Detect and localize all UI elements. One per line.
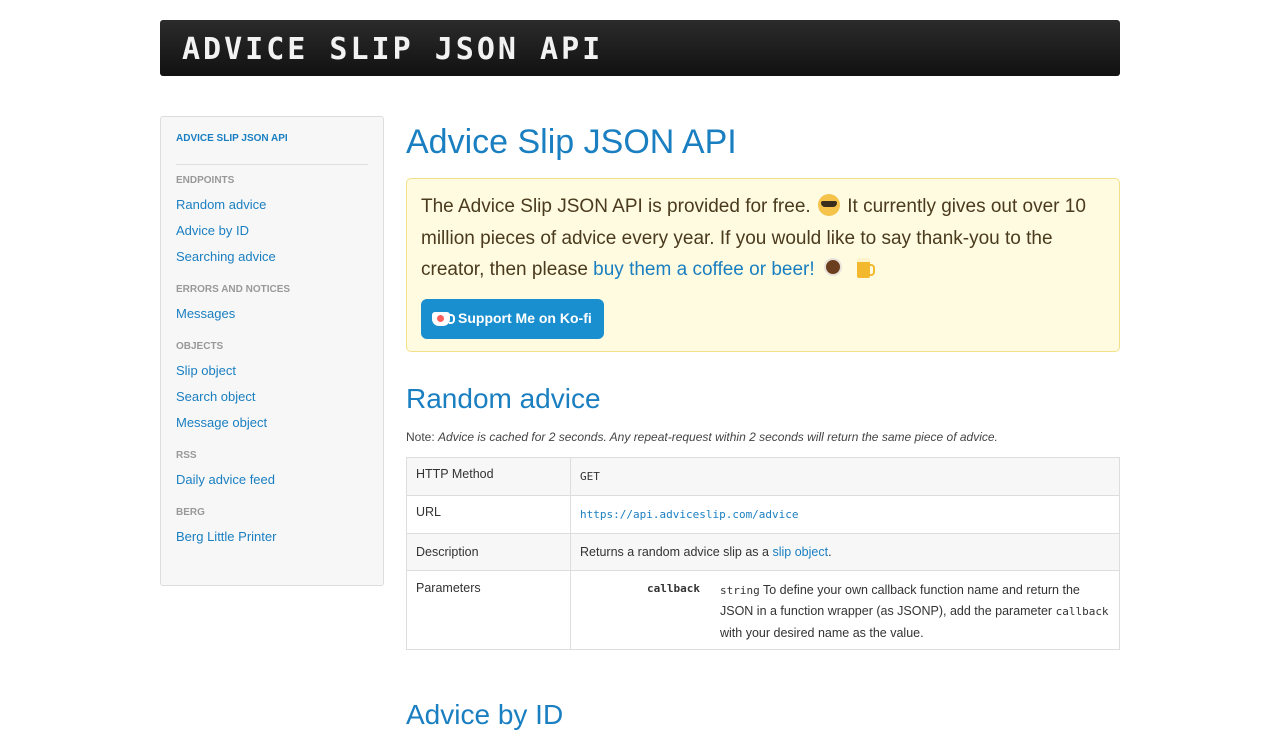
cache-note: Note: Advice is cached for 2 seconds. An… <box>406 430 1120 444</box>
param-type: string <box>720 583 760 597</box>
sidebar-home-link[interactable]: ADVICE SLIP JSON API <box>176 133 368 144</box>
sunglasses-emoji-icon <box>817 194 840 216</box>
param-code: callback <box>1055 605 1109 618</box>
kofi-cup-icon <box>432 311 455 326</box>
table-row-description: Description Returns a random advice slip… <box>406 532 1120 571</box>
cell-url-label: URL <box>406 494 571 534</box>
sidebar-item-daily-advice-feed[interactable]: Daily advice feed <box>176 467 368 493</box>
sidebar-heading-objects: OBJECTS <box>176 341 224 352</box>
cell-parameters-label: Parameters <box>406 569 571 650</box>
sidebar-item-slip-object[interactable]: Slip object <box>176 358 368 384</box>
parameter-entry: callback string To define your own callb… <box>580 580 1110 644</box>
cell-description-value: Returns a random advice slip as a slip o… <box>570 532 1120 571</box>
kofi-button-label: Support Me on Ko-fi <box>458 309 592 326</box>
coffee-emoji-icon <box>823 258 842 276</box>
slip-object-link[interactable]: slip object <box>772 545 828 559</box>
kofi-support-button[interactable]: Support Me on Ko-fi <box>421 298 604 339</box>
param-desc-2: with your desired name as the value. <box>720 625 924 640</box>
sidebar-item-search-object[interactable]: Search object <box>176 384 368 410</box>
sidebar-heading-errors: ERRORS AND NOTICES <box>176 284 291 295</box>
sidebar-item-berg-little-printer[interactable]: Berg Little Printer <box>176 524 368 550</box>
api-url-link[interactable]: https://api.adviceslip.com/advice <box>580 508 799 521</box>
section-title-random-advice: Random advice <box>406 382 601 414</box>
site-title: ADVICE SLIP JSON API <box>182 32 604 67</box>
sidebar-item-messages[interactable]: Messages <box>176 301 368 327</box>
header-banner: ADVICE SLIP JSON API <box>160 20 1120 76</box>
sidebar-item-searching-advice[interactable]: Searching advice <box>176 244 368 270</box>
notice-paragraph: The Advice Slip JSON API is provided for… <box>421 191 1105 286</box>
param-description: string To define your own callback funct… <box>720 580 1110 644</box>
notice-text-1: The Advice Slip JSON API is provided for… <box>421 196 811 217</box>
coffee-beer-link[interactable]: buy them a coffee or beer! <box>593 259 814 280</box>
endpoint-spec-table: HTTP Method GET URL https://api.advicesl… <box>406 456 1120 650</box>
cell-method-label: HTTP Method <box>406 456 571 496</box>
main-content: Advice Slip JSON API The Advice Slip JSO… <box>406 116 1120 650</box>
description-text: Returns a random advice slip as a <box>580 544 769 559</box>
sidebar-nav: ADVICE SLIP JSON API ENDPOINTS Random ad… <box>160 116 384 586</box>
table-row-url: URL https://api.adviceslip.com/advice <box>406 494 1120 534</box>
table-row-method: HTTP Method GET <box>406 456 1120 496</box>
sidebar-heading-rss: RSS <box>176 450 197 461</box>
param-desc-1: To define your own callback function nam… <box>720 582 1080 619</box>
cell-parameters-value: callback string To define your own callb… <box>570 569 1120 650</box>
cell-method-value: GET <box>570 456 1120 496</box>
description-end: . <box>828 544 832 559</box>
free-api-notice: The Advice Slip JSON API is provided for… <box>406 178 1120 352</box>
table-row-parameters: Parameters callback string To define you… <box>406 569 1120 650</box>
cell-url-value: https://api.adviceslip.com/advice <box>570 494 1120 534</box>
sidebar-item-message-object[interactable]: Message object <box>176 410 368 436</box>
section-title-advice-by-id: Advice by ID <box>406 699 564 730</box>
cell-description-label: Description <box>406 532 571 571</box>
note-label: Note: <box>406 429 435 444</box>
note-text: Advice is cached for 2 seconds. Any repe… <box>438 429 998 444</box>
sidebar-heading-endpoints: ENDPOINTS <box>176 175 235 186</box>
page-title: Advice Slip JSON API <box>406 123 737 161</box>
sidebar-heading-berg: BERG <box>176 507 205 518</box>
param-name: callback <box>647 581 700 595</box>
sidebar-item-advice-by-id[interactable]: Advice by ID <box>176 218 368 244</box>
beer-emoji-icon <box>857 258 876 278</box>
sidebar-divider <box>176 164 368 165</box>
sidebar-item-random-advice[interactable]: Random advice <box>176 192 368 218</box>
